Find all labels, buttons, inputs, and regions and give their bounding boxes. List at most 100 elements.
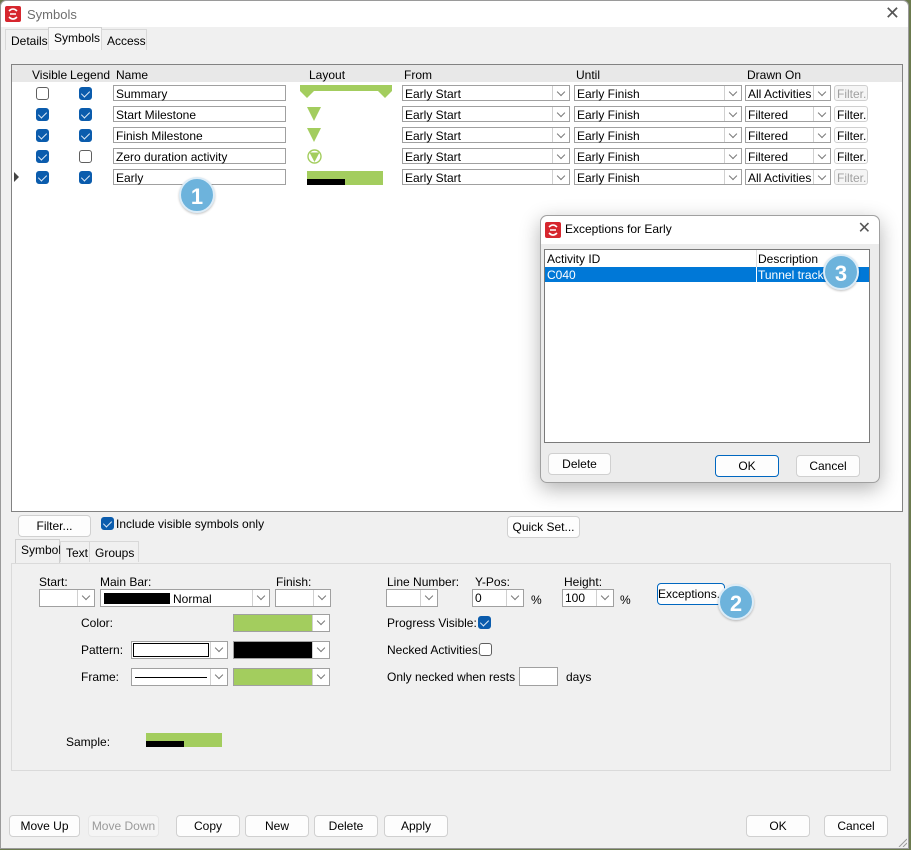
col-description: Description [758,252,819,266]
necked-activities-checkbox[interactable] [479,643,492,656]
until-select[interactable]: Early Finish [574,169,742,185]
name-field[interactable]: Start Milestone [113,106,286,122]
progress-visible-checkbox[interactable] [478,616,491,629]
copy-button[interactable]: Copy [176,815,240,837]
drawn-on-select[interactable]: All Activities [745,169,831,185]
visible-checkbox[interactable] [36,150,49,163]
apply-button[interactable]: Apply [384,815,448,837]
main-bar-select[interactable]: Normal [100,589,270,607]
filter-button[interactable]: Filter... [834,127,868,143]
from-select[interactable]: Early Start [402,106,570,122]
col-layout: Layout [309,68,346,82]
until-select[interactable]: Early Finish [574,106,742,122]
ok-button[interactable]: OK [746,815,810,837]
chevron-down-icon [813,128,830,142]
move-up-button[interactable]: Move Up [9,815,80,837]
pattern-color-select[interactable] [233,641,330,659]
legend-checkbox[interactable] [79,108,92,121]
tab-symbols[interactable]: Symbols [48,27,102,51]
visible-checkbox[interactable] [36,87,49,100]
line-number-select[interactable] [386,589,438,607]
triangle-milestone-icon [307,128,321,142]
quick-set-button[interactable]: Quick Set... [507,516,580,538]
cancel-button[interactable]: Cancel [824,815,888,837]
include-visible-checkbox[interactable] [101,517,114,530]
chevron-down-icon [252,590,269,606]
new-button[interactable]: New [245,815,309,837]
table-row[interactable]: Finish Milestone Early Start Early Finis… [12,125,902,146]
exception-ok-button[interactable]: OK [715,455,779,477]
drawn-on-select[interactable]: Filtered [745,127,831,143]
from-select[interactable]: Early Start [402,127,570,143]
tab-details[interactable]: Details [5,29,49,50]
col-until: Until [576,68,601,82]
filter-button[interactable]: Filter... [834,169,868,185]
until-select[interactable]: Early Finish [574,127,742,143]
from-select[interactable]: Early Start [402,85,570,101]
height-unit: % [620,593,631,607]
resize-grip-icon[interactable] [897,837,907,847]
name-field[interactable]: Finish Milestone [113,127,286,143]
color-select[interactable] [233,614,330,632]
pattern-swatch [133,643,209,657]
until-select[interactable]: Early Finish [574,148,742,164]
ypos-select[interactable]: 0 [472,589,524,607]
table-row[interactable]: Early Early Start Early Finish All Activ… [12,167,902,188]
from-select[interactable]: Early Start [402,148,570,164]
name-field[interactable]: Summary [113,85,286,101]
legend-checkbox[interactable] [79,171,92,184]
col-drawn-on: Drawn On [747,68,802,82]
until-select[interactable]: Early Finish [574,85,742,101]
tab-access[interactable]: Access [101,29,147,50]
col-visible: Visible [32,68,68,82]
table-row[interactable]: Zero duration activity Early Start Early… [12,146,902,167]
only-necked-days-input[interactable] [519,667,558,686]
tab-text[interactable]: Text [60,541,90,562]
exception-cancel-button[interactable]: Cancel [796,455,860,477]
from-select[interactable]: Early Start [402,169,570,185]
tab-groups[interactable]: Groups [89,541,139,562]
exception-delete-button[interactable]: Delete [548,453,611,475]
finish-shape-select[interactable] [275,589,331,607]
delete-button[interactable]: Delete [314,815,378,837]
filter-button[interactable]: Filter... [834,106,868,122]
pattern-select[interactable] [131,641,228,659]
filter-button[interactable]: Filter... [834,148,868,164]
line-number-label: Line Number: [387,575,460,589]
only-necked-label: Only necked when rests > [387,670,526,684]
name-field[interactable]: Zero duration activity [113,148,286,164]
grid-filter-button[interactable]: Filter... [18,515,91,537]
frame-style-select[interactable] [131,668,228,686]
start-shape-select[interactable] [39,589,95,607]
move-down-button[interactable]: Move Down [88,815,159,837]
height-label: Height: [564,575,603,589]
grid-header: Visible Legend Name Layout From Until Dr… [12,65,902,82]
table-row[interactable]: Start Milestone Early Start Early Finish… [12,104,902,125]
visible-checkbox[interactable] [36,171,49,184]
exceptions-list: Activity ID Description C040 Tunnel trac… [544,249,870,443]
table-row[interactable]: Summary Early Start Early Finish All Act… [12,83,902,104]
dialog-title-bar: Exceptions for Early ✕ [541,216,879,244]
chevron-down-icon [552,107,569,121]
legend-checkbox[interactable] [79,150,92,163]
chevron-down-icon [312,642,329,658]
legend-checkbox[interactable] [79,129,92,142]
tab-symbol[interactable]: Symbol [15,539,61,563]
drawn-on-select[interactable]: Filtered [745,106,831,122]
visible-checkbox[interactable] [36,108,49,121]
visible-checkbox[interactable] [36,129,49,142]
main-bar-label: Main Bar: [100,575,152,589]
pattern-label: Pattern: [81,643,124,657]
drawn-on-select[interactable]: All Activities [745,85,831,101]
filter-button[interactable]: Filter... [834,85,868,101]
close-icon[interactable]: ✕ [885,4,900,22]
frame-color-select[interactable] [233,668,330,686]
legend-checkbox[interactable] [79,87,92,100]
drawn-on-select[interactable]: Filtered [745,148,831,164]
dialog-close-icon[interactable]: ✕ [858,220,871,238]
height-select[interactable]: 100 [562,589,614,607]
chevron-down-icon [77,590,94,606]
exception-row[interactable]: C040 Tunnel tracks [545,267,869,282]
exceptions-button[interactable]: Exceptions... [657,583,727,605]
chevron-down-icon [552,86,569,100]
